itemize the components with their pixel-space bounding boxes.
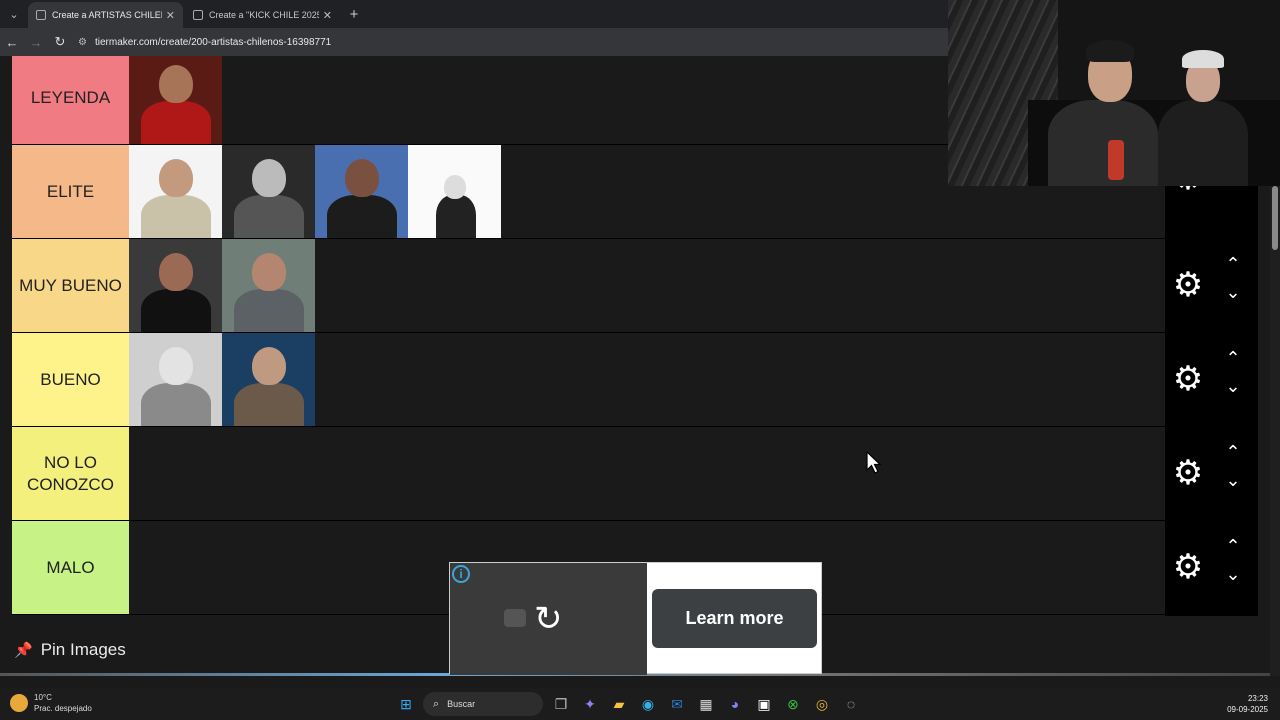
task-view-icon[interactable]: ❐: [549, 692, 573, 716]
chevron-down-icon[interactable]: ⌄: [1221, 376, 1245, 397]
replay-icon[interactable]: ↻: [534, 599, 563, 639]
webcam-overlay: [948, 0, 1280, 186]
ad-banner[interactable]: i ↻ Learn more: [449, 562, 822, 675]
tier-label[interactable]: MALO: [12, 521, 129, 614]
chevron-up-icon[interactable]: ⌃: [1221, 254, 1245, 275]
chevron-up-icon[interactable]: ⌃: [1221, 442, 1245, 463]
chevron-down-icon[interactable]: ⌄: [1221, 564, 1245, 585]
artist-image[interactable]: [129, 239, 222, 332]
close-icon[interactable]: ✕: [323, 9, 332, 22]
page-icon: [36, 10, 46, 20]
close-icon[interactable]: ✕: [166, 9, 175, 22]
new-tab-button[interactable]: +: [342, 2, 366, 28]
discord-icon[interactable]: ◕: [723, 692, 747, 716]
file-explorer-icon[interactable]: ▰: [607, 692, 631, 716]
tier-items: [129, 333, 1165, 426]
outlook-icon[interactable]: ✉: [665, 692, 689, 716]
edge-icon[interactable]: ◉: [636, 692, 660, 716]
tier-label[interactable]: LEYENDA: [12, 56, 129, 144]
row-controls: ⚙ ⌄ ⚙ ⌃ ⌄ ⚙ ⌃ ⌄ ⚙ ⌃ ⌄ ⚙ ⌃ ⌄: [1165, 161, 1258, 616]
chevron-down-icon[interactable]: ⌄: [1221, 282, 1245, 303]
copilot-icon[interactable]: ✦: [578, 692, 602, 716]
artist-image[interactable]: [315, 145, 408, 238]
artist-image[interactable]: [408, 145, 501, 238]
tab-title: Create a ARTISTAS CHILENOS T: [52, 10, 162, 20]
tab-kick-chile[interactable]: Create a "KICK CHILE 2025" Tie ✕: [185, 2, 340, 28]
ad-logo: [504, 609, 526, 627]
windows-start-icon[interactable]: ⊞: [394, 692, 418, 716]
artist-image[interactable]: [222, 239, 315, 332]
tier-label[interactable]: NO LO CONOZCO: [12, 427, 129, 520]
tier-label[interactable]: BUENO: [12, 333, 129, 426]
forward-button[interactable]: →: [24, 35, 48, 50]
xbox-icon[interactable]: ⊗: [781, 692, 805, 716]
store-icon[interactable]: ▦: [694, 692, 718, 716]
taskbar-search[interactable]: ⌕ Buscar: [423, 692, 543, 716]
chevron-up-icon[interactable]: ⌃: [1221, 348, 1245, 369]
gear-icon[interactable]: ⚙: [1171, 362, 1205, 396]
gear-icon[interactable]: ⚙: [1171, 550, 1205, 584]
tier-label[interactable]: ELITE: [12, 145, 129, 238]
system-clock[interactable]: 23:23 09-09-2025: [1227, 693, 1268, 715]
gear-icon[interactable]: ⚙: [1171, 456, 1205, 490]
back-button[interactable]: ←: [0, 35, 24, 50]
tab-search-button[interactable]: ⌄: [0, 0, 28, 28]
site-info-icon[interactable]: ⚙: [78, 37, 87, 48]
chevron-up-icon[interactable]: ⌃: [1221, 536, 1245, 557]
tier-row-bueno: BUENO: [12, 333, 1165, 427]
tab-artistas-chilenos[interactable]: Create a ARTISTAS CHILENOS T ✕: [28, 2, 183, 28]
pin-images-toggle[interactable]: 📌 Pin Images: [14, 640, 126, 660]
weather-icon: [10, 694, 28, 712]
artist-image[interactable]: [222, 145, 315, 238]
weather-widget[interactable]: 10°C Prac. despejado: [10, 692, 92, 714]
artist-image[interactable]: [129, 56, 222, 144]
info-icon[interactable]: i: [452, 565, 470, 583]
scrollbar-thumb[interactable]: [1272, 186, 1278, 250]
artist-image[interactable]: [222, 333, 315, 426]
tier-label[interactable]: MUY BUENO: [12, 239, 129, 332]
artist-image[interactable]: [129, 145, 222, 238]
tab-title: Create a "KICK CHILE 2025" Tie: [209, 10, 319, 20]
chrome-icon[interactable]: ◎: [810, 692, 834, 716]
tier-items: [129, 239, 1165, 332]
gear-icon[interactable]: ⚙: [1171, 268, 1205, 302]
app-icon[interactable]: ◌: [839, 692, 863, 716]
chevron-down-icon[interactable]: ⌄: [1221, 470, 1245, 491]
page-icon: [193, 10, 203, 20]
reload-button[interactable]: ↻: [48, 34, 72, 50]
search-placeholder: Buscar: [447, 699, 476, 709]
weather-temp: 10°C: [34, 693, 52, 702]
url-text: tiermaker.com/create/200-artistas-chilen…: [94, 36, 332, 48]
ad-video[interactable]: i ↻: [450, 563, 647, 675]
tier-row-muy-bueno: MUY BUENO: [12, 239, 1165, 333]
weather-desc: Prac. despejado: [34, 704, 92, 713]
learn-more-button[interactable]: Learn more: [652, 589, 817, 648]
pin-images-label: Pin Images: [40, 640, 126, 659]
windows-taskbar: 10°C Prac. despejado ⊞ ⌕ Buscar ❐ ✦ ▰ ◉ …: [0, 688, 1280, 720]
pin-icon: 📌: [14, 642, 33, 659]
clock-date: 09-09-2025: [1227, 705, 1268, 714]
artist-image[interactable]: [129, 333, 222, 426]
game-app-icon[interactable]: ▣: [752, 692, 776, 716]
tier-row-no-lo-conozco: NO LO CONOZCO: [12, 427, 1165, 521]
clock-time: 23:23: [1247, 694, 1268, 703]
tier-items[interactable]: [129, 427, 1165, 520]
url-field[interactable]: ⚙ tiermaker.com/create/200-artistas-chil…: [78, 37, 331, 48]
search-icon: ⌕: [433, 697, 440, 710]
